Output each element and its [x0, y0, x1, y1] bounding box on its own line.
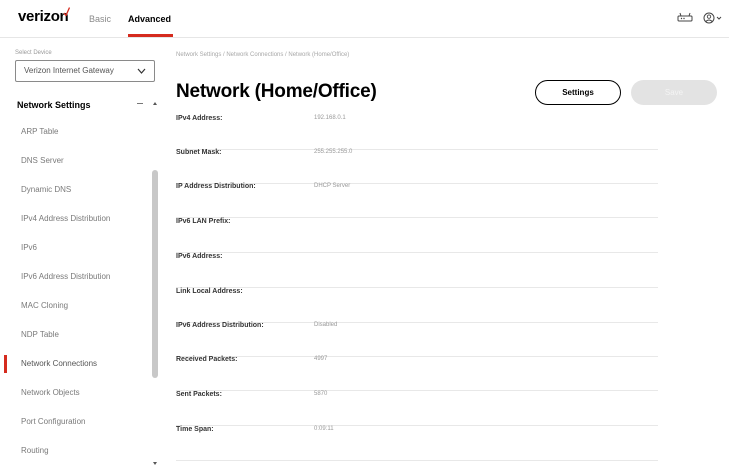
active-tab-indicator	[128, 34, 173, 37]
detail-row-sent-packets: Sent Packets: 5870	[176, 391, 658, 426]
sidebar-item-dynamic-dns[interactable]: Dynamic DNS	[4, 181, 149, 199]
row-value: 0:09:11	[314, 426, 334, 432]
detail-row-ipv4-address: IPv4 Address: 192.168.0.1	[176, 115, 658, 150]
row-value: 5870	[314, 391, 328, 397]
device-select-dropdown[interactable]: Verizon Internet Gateway	[15, 60, 155, 82]
row-label: Time Span:	[176, 426, 214, 433]
sidebar-item-label: Network Objects	[21, 388, 80, 397]
sidebar-item-label: IPv6	[21, 243, 38, 252]
sidebar-item-mac-cloning[interactable]: MAC Cloning	[4, 297, 149, 315]
row-label: IPv6 LAN Prefix:	[176, 218, 231, 225]
detail-row-ipv6-address-distribution: IPv6 Address Distribution: Disabled	[176, 322, 658, 357]
network-settings-section-header[interactable]: Network Settings	[17, 100, 91, 110]
user-account-icon[interactable]	[703, 12, 723, 24]
row-label: IPv6 Address Distribution:	[176, 322, 264, 329]
sidebar-item-label: Network Connections	[21, 359, 98, 368]
verizon-logo[interactable]: verizon	[18, 8, 69, 25]
detail-row-ipv6-address: IPv6 Address:	[176, 253, 658, 288]
sidebar-item-label: MAC Cloning	[21, 301, 69, 310]
sidebar-item-ipv6-address-distribution[interactable]: IPv6 Address Distribution	[4, 268, 149, 286]
sidebar-item-label: ARP Table	[21, 127, 59, 136]
breadcrumb[interactable]: Network Settings / Network Connections /…	[176, 52, 349, 58]
detail-row-ip-address-distribution: IP Address Distribution: DHCP Server	[176, 183, 658, 218]
sidebar-item-arp-table[interactable]: ARP Table	[4, 123, 149, 141]
chevron-down-icon	[137, 68, 146, 74]
sidebar: Select Device Verizon Internet Gateway N…	[0, 38, 164, 469]
verizon-check-icon	[63, 7, 70, 16]
detail-row-time-span: Time Span: 0:09:11	[176, 426, 658, 461]
detail-row-ipv6-lan-prefix: IPv6 LAN Prefix:	[176, 218, 658, 253]
sidebar-item-label: DNS Server	[21, 156, 64, 165]
sidebar-item-label: Dynamic DNS	[21, 185, 72, 194]
nav-tab-advanced[interactable]: Advanced	[128, 14, 171, 24]
sidebar-item-ipv4-address-distribution[interactable]: IPv4 Address Distribution	[4, 210, 149, 228]
save-button[interactable]: Save	[631, 80, 717, 105]
row-value: 255.255.255.0	[314, 149, 353, 155]
detail-row-received-packets: Received Packets: 4997	[176, 356, 658, 391]
nav-tab-basic[interactable]: Basic	[89, 14, 111, 24]
row-value: Disabled	[314, 322, 338, 328]
top-navigation-bar: verizon Basic Advanced	[0, 0, 729, 38]
sidebar-item-label: Routing	[21, 446, 49, 455]
row-label: Received Packets:	[176, 356, 238, 363]
row-label: IPv4 Address:	[176, 115, 223, 122]
row-label: Subnet Mask:	[176, 149, 222, 156]
device-select-value: Verizon Internet Gateway	[24, 66, 114, 75]
sidebar-item-ipv6[interactable]: IPv6	[4, 239, 149, 257]
sidebar-scrollbar-thumb[interactable]	[152, 170, 158, 378]
settings-button[interactable]: Settings	[535, 80, 621, 105]
sidebar-item-port-configuration[interactable]: Port Configuration	[4, 413, 149, 431]
page-title: Network (Home/Office)	[176, 81, 377, 102]
sidebar-item-label: NDP Table	[21, 330, 59, 339]
router-icon[interactable]	[677, 12, 693, 24]
sidebar-item-routing[interactable]: Routing	[4, 442, 149, 460]
row-label: Sent Packets:	[176, 391, 222, 398]
row-value: 4997	[314, 356, 328, 362]
sidebar-item-dns-server[interactable]: DNS Server	[4, 152, 149, 170]
sidebar-item-network-connections[interactable]: Network Connections	[4, 355, 149, 373]
row-label: IPv6 Address:	[176, 253, 223, 260]
detail-row-link-local-address: Link Local Address:	[176, 288, 658, 323]
row-label: Link Local Address:	[176, 288, 243, 295]
row-label: IP Address Distribution:	[176, 183, 256, 190]
scroll-up-arrow-icon[interactable]	[153, 102, 157, 105]
sidebar-item-label: IPv6 Address Distribution	[21, 272, 111, 281]
sidebar-item-ndp-table[interactable]: NDP Table	[4, 326, 149, 344]
sidebar-item-label: Port Configuration	[21, 417, 86, 426]
detail-row-subnet-mask: Subnet Mask: 255.255.255.0	[176, 149, 658, 184]
select-device-label: Select Device	[15, 50, 52, 56]
sidebar-item-label: IPv4 Address Distribution	[21, 214, 111, 223]
row-value: DHCP Server	[314, 183, 351, 189]
row-value: 192.168.0.1	[314, 115, 346, 121]
collapse-icon[interactable]	[137, 103, 143, 104]
sidebar-item-network-objects[interactable]: Network Objects	[4, 384, 149, 402]
scroll-down-arrow-icon[interactable]	[153, 462, 157, 465]
